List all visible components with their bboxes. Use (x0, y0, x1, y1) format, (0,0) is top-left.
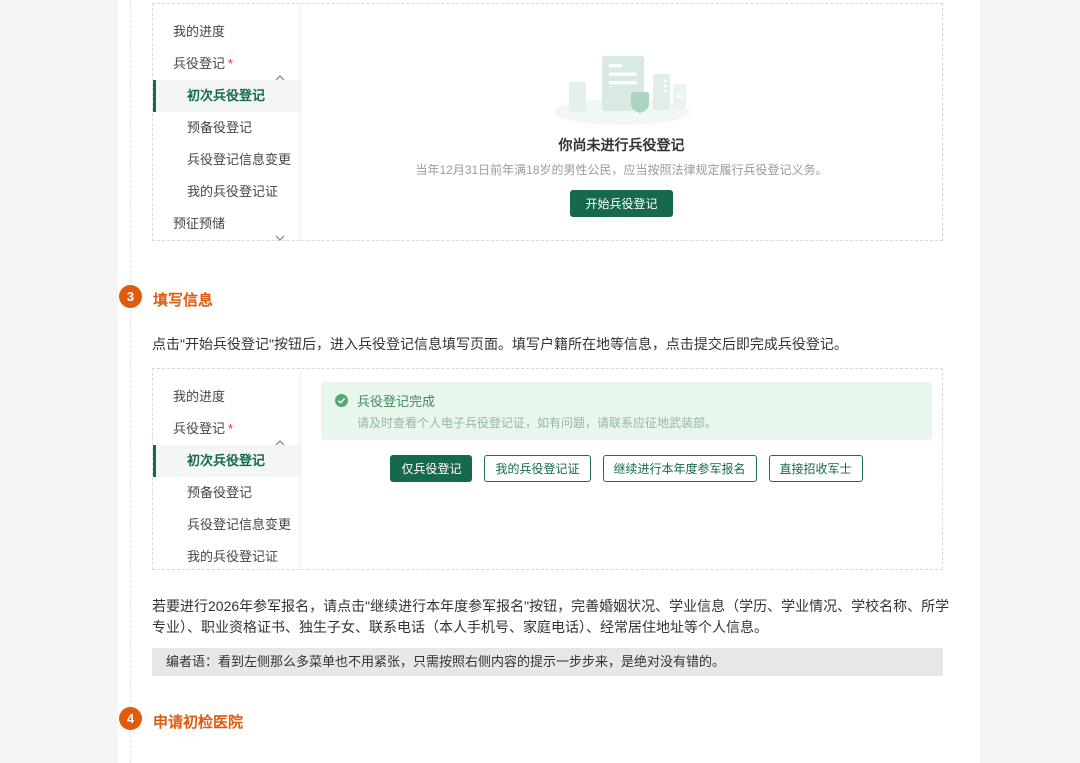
sidebar-item-label: 我的兵役登记证 (187, 184, 278, 199)
sidebar-item-my-progress[interactable]: 我的进度 (153, 16, 300, 48)
sidebar-item-my-certificate[interactable]: 我的兵役登记证 (153, 541, 300, 570)
sidebar-item-info-change[interactable]: 兵役登记信息变更 (153, 144, 300, 176)
sidebar-item-label: 预备役登记 (187, 485, 252, 500)
alert-title: 兵役登记完成 (357, 391, 435, 410)
enlistment-signup-paragraph: 若要进行2026年参军报名，请点击"继续进行本年度参军报名"按钮，完善婚姻状况、… (152, 596, 950, 638)
step-3-title: 填写信息 (153, 289, 213, 310)
sidebar-item-first-registration[interactable]: 初次兵役登记 (153, 80, 300, 112)
sidebar-item-label: 兵役登记信息变更 (187, 517, 291, 532)
document-illustration (547, 113, 697, 130)
registration-demo-empty: 我的进度 兵役登记* 初次兵役登记 预备役登记 兵役登记信息变更 我的兵役登记证 (152, 3, 943, 241)
sidebar-item-military-registration[interactable]: 兵役登记* (153, 48, 300, 80)
registration-complete-alert: 兵役登记完成 请及时查看个人电子兵役登记证，如有问题，请联系应征地武装部。 (321, 382, 932, 440)
chevron-down-icon (275, 221, 285, 253)
sidebar-item-first-registration[interactable]: 初次兵役登记 (153, 445, 300, 477)
sidebar-item-label: 初次兵役登记 (187, 453, 265, 468)
step-4-badge: 4 (119, 707, 142, 730)
tutorial-page: 我的进度 兵役登记* 初次兵役登记 预备役登记 兵役登记信息变更 我的兵役登记证 (0, 0, 1080, 763)
sidebar-item-label: 预征预储 (173, 216, 225, 231)
sidebar-item-label: 兵役登记信息变更 (187, 152, 291, 167)
my-certificate-button[interactable]: 我的兵役登记证 (484, 455, 590, 482)
sidebar-item-label: 我的进度 (173, 24, 225, 39)
sidebar-item-my-certificate[interactable]: 我的兵役登记证 (153, 176, 300, 208)
step-3-description: 点击"开始兵役登记"按钮后，进入兵役登记信息填写页面。填写户籍所在地等信息，点击… (152, 334, 950, 355)
required-asterisk: * (228, 421, 233, 436)
sidebar-item-reserve-registration[interactable]: 预备役登记 (153, 112, 300, 144)
sidebar-item-label: 兵役登记 (173, 56, 225, 71)
demo1-main: 你尚未进行兵役登记 当年12月31日前年满18岁的男性公民，应当按照法律规定履行… (301, 4, 942, 240)
demo2-main: 兵役登记完成 请及时查看个人电子兵役登记证，如有问题，请联系应征地武装部。 仅兵… (301, 369, 942, 569)
sidebar-item-reserve-registration[interactable]: 预备役登记 (153, 477, 300, 509)
alert-description: 请及时查看个人电子兵役登记证，如有问题，请联系应征地武装部。 (357, 414, 918, 431)
sidebar-item-info-change[interactable]: 兵役登记信息变更 (153, 509, 300, 541)
sidebar-item-label: 预备役登记 (187, 120, 252, 135)
demo1-sidebar: 我的进度 兵役登记* 初次兵役登记 预备役登记 兵役登记信息变更 我的兵役登记证 (153, 4, 301, 240)
empty-state-title: 你尚未进行兵役登记 (301, 135, 942, 155)
continue-enlistment-signup-button[interactable]: 继续进行本年度参军报名 (603, 455, 757, 482)
sidebar-item-military-registration[interactable]: 兵役登记* (153, 413, 300, 445)
editor-note: 编者语：看到左侧那么多菜单也不用紧张，只需按照右侧内容的提示一步步来，是绝对没有… (152, 648, 943, 676)
timeline-connector (130, 0, 131, 763)
registration-demo-complete: 我的进度 兵役登记* 初次兵役登记 预备役登记 兵役登记信息变更 我的兵役登记证 (152, 368, 943, 570)
sidebar-item-label: 初次兵役登记 (187, 88, 265, 103)
registration-only-button[interactable]: 仅兵役登记 (390, 455, 472, 482)
demo2-sidebar: 我的进度 兵役登记* 初次兵役登记 预备役登记 兵役登记信息变更 我的兵役登记证 (153, 369, 301, 569)
sidebar-item-label: 我的进度 (173, 389, 225, 404)
empty-state-description: 当年12月31日前年满18岁的男性公民，应当按照法律规定履行兵役登记义务。 (301, 161, 942, 178)
start-registration-button[interactable]: 开始兵役登记 (570, 190, 672, 217)
action-buttons-row: 仅兵役登记 我的兵役登记证 继续进行本年度参军报名 直接招收军士 (321, 455, 932, 482)
sidebar-item-label: 兵役登记 (173, 421, 225, 436)
required-asterisk: * (228, 56, 233, 71)
sidebar-item-pre-recruit[interactable]: 预征预储 (153, 208, 300, 240)
success-check-icon (335, 394, 348, 407)
sidebar-item-label: 我的兵役登记证 (187, 549, 278, 564)
step-4-title: 申请初检医院 (153, 711, 243, 732)
sidebar-item-my-progress[interactable]: 我的进度 (153, 381, 300, 413)
direct-nco-recruit-button[interactable]: 直接招收军士 (769, 455, 863, 482)
step-3-badge: 3 (119, 285, 142, 308)
